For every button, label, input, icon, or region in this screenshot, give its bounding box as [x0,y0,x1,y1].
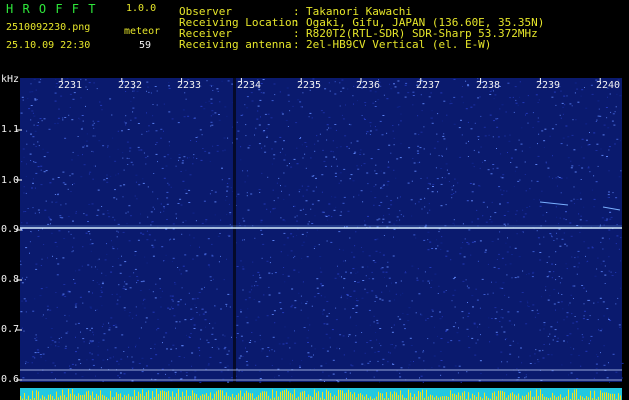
antenna-label: Receiving antenna [179,38,292,51]
antenna-value: 2el-HB9CV Vertical (el. E-W) [306,38,492,51]
plot-area [20,78,622,382]
x-tick-label: 2237 [416,80,441,91]
y-tick-label: 1.1 [1,124,20,135]
x-tick-label: 2236 [356,80,381,91]
y-tick-label: 0.6 [1,374,20,385]
y-tick-label: 0.7 [1,324,20,335]
x-tick-label: 2239 [536,80,561,91]
count-label: meteor [124,26,161,37]
count-value: 59 [139,40,152,51]
x-tick-label: 2233 [177,80,202,91]
y-axis-unit: kHz [1,74,20,85]
file-name: 2510092230.png [6,22,91,33]
x-tick-label: 2235 [297,80,322,91]
x-tick-label: 2238 [476,80,501,91]
dark-stripe [233,78,236,382]
y-tick-label: 0.8 [1,274,20,285]
antenna-sep: : [293,38,300,51]
y-tick-label: 1.0 [1,175,20,186]
x-tick-label: 2232 [118,80,143,91]
x-tick-label: 2234 [237,80,262,91]
x-tick-label: 2231 [58,80,83,91]
y-tick-label: 0.9 [1,224,20,235]
spectrogram [16,78,624,400]
x-tick-label: 2240 [596,80,621,91]
app-version: 1.0.0 [126,3,157,14]
date-time: 25.10.09 22:30 [6,40,91,51]
app-logo: H R O F F T [6,2,97,16]
